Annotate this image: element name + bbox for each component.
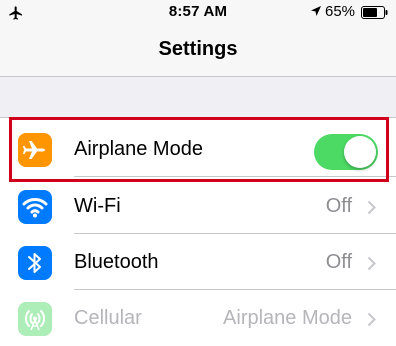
- location-arrow-icon: [311, 6, 321, 16]
- bluetooth-row[interactable]: Bluetooth Off: [0, 234, 396, 290]
- settings-screen: 8:57 AM 65% Settings Airplane Mode Wi-Fi…: [0, 0, 396, 346]
- bluetooth-icon: [28, 253, 41, 273]
- cellular-icon-tile: [18, 302, 52, 336]
- wifi-icon-tile: [18, 190, 52, 224]
- bluetooth-icon-tile: [18, 246, 52, 280]
- cellular-status-value: Airplane Mode: [223, 307, 352, 329]
- battery-icon: [361, 6, 388, 19]
- cellular-antenna-icon: [25, 310, 45, 331]
- navigation-bar: Settings: [0, 24, 396, 77]
- chevron-right-icon: [367, 200, 376, 215]
- bluetooth-status-value: Off: [325, 251, 352, 273]
- chevron-right-icon: [367, 312, 376, 327]
- wifi-label: Wi-Fi: [74, 195, 121, 217]
- chevron-right-icon: [367, 256, 376, 271]
- highlight-box: [9, 117, 389, 182]
- wifi-icon: [22, 198, 48, 218]
- cellular-label: Cellular: [74, 307, 142, 329]
- wifi-status-value: Off: [325, 195, 352, 217]
- status-bar: 8:57 AM 65%: [0, 0, 396, 24]
- cellular-row[interactable]: Cellular Airplane Mode: [0, 290, 396, 346]
- bluetooth-label: Bluetooth: [74, 251, 159, 273]
- wifi-row[interactable]: Wi-Fi Off: [0, 178, 396, 234]
- battery-percentage: 65%: [325, 3, 356, 20]
- page-title: Settings: [158, 38, 238, 60]
